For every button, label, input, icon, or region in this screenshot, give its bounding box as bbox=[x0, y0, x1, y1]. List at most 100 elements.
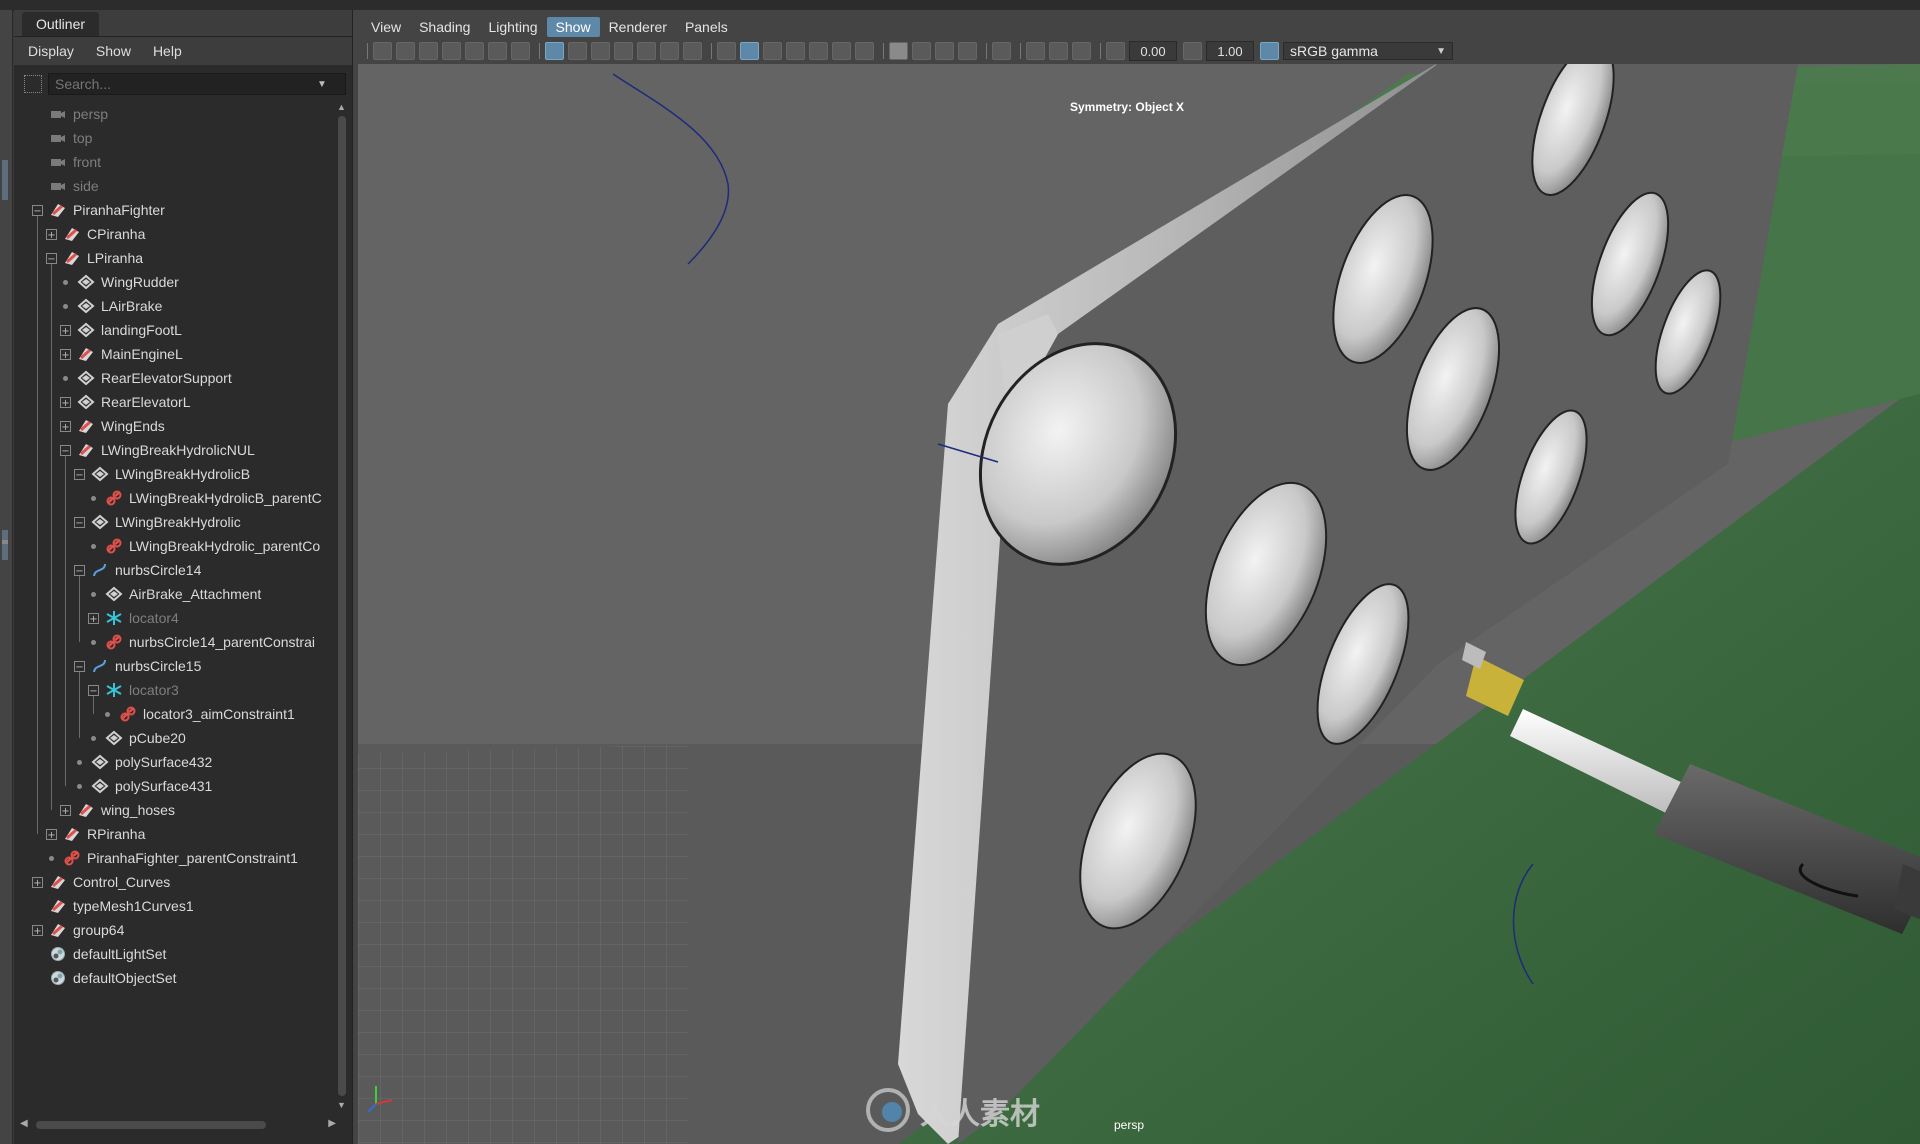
film-gate-icon[interactable] bbox=[568, 42, 587, 60]
outliner-row[interactable]: persp bbox=[32, 102, 108, 126]
camera-attributes-icon[interactable] bbox=[396, 42, 415, 60]
outliner-row[interactable]: locator3_aimConstraint1 bbox=[102, 702, 295, 726]
outliner-row[interactable]: + RPiranha bbox=[46, 822, 145, 846]
collapse-icon[interactable]: − bbox=[74, 564, 85, 577]
safe-action-icon[interactable] bbox=[660, 42, 679, 60]
exposure-field[interactable]: 0.00 bbox=[1129, 41, 1177, 61]
outliner-row[interactable]: polySurface432 bbox=[74, 750, 212, 774]
expand-icon[interactable]: + bbox=[60, 324, 71, 337]
motion-blur-icon[interactable] bbox=[912, 42, 931, 60]
xray-joints-icon[interactable] bbox=[1026, 42, 1045, 60]
expand-icon[interactable]: + bbox=[46, 228, 57, 241]
expand-icon[interactable]: + bbox=[88, 612, 99, 625]
menu-shading[interactable]: Shading bbox=[410, 17, 479, 37]
collapse-icon[interactable]: − bbox=[60, 444, 71, 457]
menu-lighting[interactable]: Lighting bbox=[479, 17, 546, 37]
smooth-shade-icon[interactable] bbox=[740, 42, 759, 60]
collapse-icon[interactable]: − bbox=[74, 468, 85, 481]
scroll-up-icon[interactable]: ▲ bbox=[337, 102, 346, 112]
depth-of-field-icon[interactable] bbox=[958, 42, 977, 60]
gate-mask-icon[interactable] bbox=[614, 42, 633, 60]
collapse-icon[interactable]: − bbox=[32, 204, 43, 217]
outliner-row[interactable]: + landingFootL bbox=[60, 318, 182, 342]
exposure-icon[interactable] bbox=[1106, 42, 1125, 60]
expand-icon[interactable]: + bbox=[46, 828, 57, 841]
outliner-row[interactable]: + group64 bbox=[32, 918, 124, 942]
outliner-row[interactable]: LWingBreakHydrolicB_parentC bbox=[88, 486, 322, 510]
outliner-row[interactable]: defaultLightSet bbox=[32, 942, 166, 966]
outliner-row[interactable]: + WingEnds bbox=[60, 414, 165, 438]
resolution-gate-icon[interactable] bbox=[591, 42, 610, 60]
outliner-row[interactable]: − nurbsCircle14 bbox=[74, 558, 201, 582]
outliner-horizontal-scrollbar[interactable]: ◀ ▶ bbox=[20, 1118, 336, 1132]
hud-icon[interactable] bbox=[1072, 42, 1091, 60]
textured-icon[interactable] bbox=[786, 42, 805, 60]
outliner-tab[interactable]: Outliner bbox=[22, 12, 100, 36]
chevron-down-icon[interactable]: ▼ bbox=[317, 79, 331, 90]
wireframe-on-shaded-icon[interactable] bbox=[763, 42, 782, 60]
2d-pan-zoom-icon[interactable] bbox=[488, 42, 507, 60]
outliner-row[interactable]: polySurface431 bbox=[74, 774, 212, 798]
outliner-row[interactable]: defaultObjectSet bbox=[32, 966, 177, 990]
outliner-row[interactable]: LWingBreakHydrolic_parentCo bbox=[88, 534, 320, 558]
expand-icon[interactable]: + bbox=[60, 396, 71, 409]
field-chart-icon[interactable] bbox=[637, 42, 656, 60]
expand-icon[interactable]: + bbox=[60, 420, 71, 433]
grid-icon[interactable] bbox=[545, 42, 564, 60]
safe-title-icon[interactable] bbox=[683, 42, 702, 60]
search-input[interactable] bbox=[49, 75, 317, 93]
image-plane-icon[interactable] bbox=[465, 42, 484, 60]
anti-aliasing-icon[interactable] bbox=[935, 42, 954, 60]
rail-marker[interactable] bbox=[2, 160, 8, 200]
expand-icon[interactable]: + bbox=[32, 924, 43, 937]
outliner-row[interactable]: PiranhaFighter_parentConstraint1 bbox=[46, 846, 298, 870]
outliner-row[interactable]: − LWingBreakHydrolicB bbox=[74, 462, 250, 486]
gamma-icon[interactable] bbox=[1183, 42, 1202, 60]
bookmark-icon[interactable] bbox=[442, 42, 461, 60]
3d-viewport[interactable]: 人人素材 Symmetry: Object X persp bbox=[358, 64, 1920, 1144]
outliner-row[interactable]: − LWingBreakHydrolicNUL bbox=[60, 438, 255, 462]
menu-view[interactable]: View bbox=[362, 17, 410, 37]
expand-icon[interactable]: + bbox=[32, 876, 43, 889]
xray-active-icon[interactable] bbox=[1049, 42, 1068, 60]
outliner-row[interactable]: + MainEngineL bbox=[60, 342, 183, 366]
menu-help[interactable]: Help bbox=[153, 43, 182, 59]
expand-icon[interactable]: + bbox=[60, 348, 71, 361]
outliner-row[interactable]: − LPiranha bbox=[46, 246, 143, 270]
outliner-row[interactable]: AirBrake_Attachment bbox=[88, 582, 261, 606]
color-management-icon[interactable] bbox=[1260, 42, 1279, 60]
menu-display[interactable]: Display bbox=[28, 43, 74, 59]
collapse-icon[interactable]: − bbox=[46, 252, 57, 265]
isolate-select-icon[interactable] bbox=[992, 42, 1011, 60]
expand-icon[interactable]: + bbox=[60, 804, 71, 817]
outliner-row[interactable]: − locator3 bbox=[88, 678, 179, 702]
outliner-vertical-scrollbar[interactable]: ▲ ▼ bbox=[336, 102, 348, 1110]
outliner-row[interactable]: LAirBrake bbox=[60, 294, 162, 318]
outliner-row[interactable]: − nurbsCircle15 bbox=[74, 654, 201, 678]
collapse-icon[interactable]: − bbox=[74, 516, 85, 529]
shadows-icon[interactable] bbox=[855, 42, 874, 60]
select-camera-icon[interactable] bbox=[373, 42, 392, 60]
scroll-left-icon[interactable]: ◀ bbox=[20, 1118, 28, 1129]
filter-icon[interactable] bbox=[24, 75, 42, 93]
outliner-row[interactable]: nurbsCircle14_parentConstrai bbox=[88, 630, 315, 654]
outliner-row[interactable]: typeMesh1Curves1 bbox=[32, 894, 194, 918]
ambient-occlusion-icon[interactable] bbox=[889, 42, 908, 60]
scroll-down-icon[interactable]: ▼ bbox=[337, 1100, 346, 1110]
outliner-row[interactable]: + locator4 bbox=[88, 606, 179, 630]
gamma-field[interactable]: 1.00 bbox=[1206, 41, 1254, 61]
grease-pencil-icon[interactable] bbox=[511, 42, 530, 60]
menu-show-active[interactable]: Show bbox=[546, 17, 600, 37]
menu-renderer[interactable]: Renderer bbox=[600, 17, 676, 37]
outliner-row[interactable]: side bbox=[32, 174, 99, 198]
camera-lock-icon[interactable] bbox=[419, 42, 438, 60]
outliner-row[interactable]: + RearElevatorL bbox=[60, 390, 191, 414]
scroll-right-icon[interactable]: ▶ bbox=[328, 1118, 336, 1129]
collapse-icon[interactable]: − bbox=[88, 684, 99, 697]
outliner-row[interactable]: + Control_Curves bbox=[32, 870, 170, 894]
menu-show[interactable]: Show bbox=[96, 43, 131, 59]
rail-marker[interactable] bbox=[2, 530, 8, 560]
collapse-icon[interactable]: − bbox=[74, 660, 85, 673]
scroll-thumb[interactable] bbox=[338, 116, 346, 1096]
menu-panels[interactable]: Panels bbox=[676, 17, 737, 37]
